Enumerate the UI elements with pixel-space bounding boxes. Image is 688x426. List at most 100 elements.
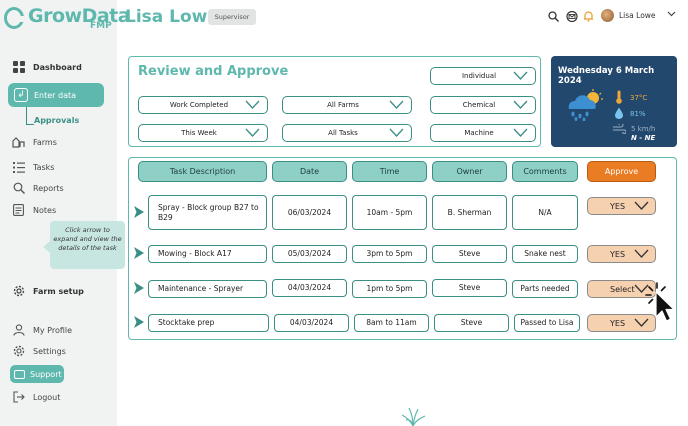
filter-resource-dropdown[interactable]: Machine: [430, 124, 536, 142]
sidebar-item-label: Farms: [33, 137, 57, 147]
chevron-down-icon: [245, 128, 260, 137]
user-icon: [12, 324, 25, 337]
approve-select[interactable]: YES: [587, 197, 656, 215]
tree-line: [26, 107, 27, 125]
sidebar-item-my-profile[interactable]: My Profile: [12, 322, 72, 338]
sidebar-item-enter-data[interactable]: ↲ Enter data: [8, 83, 104, 107]
avatar[interactable]: [601, 9, 614, 22]
filter-status-dropdown[interactable]: Work Completed: [138, 96, 268, 114]
task-description-cell: Mowing - Block A17: [148, 245, 267, 263]
column-header-date: Date: [272, 161, 347, 182]
chevron-down-icon: [513, 71, 528, 80]
weather-card: Wednesday 6 March 2024 37°C 81% 5 km/h N…: [551, 56, 677, 147]
chat-icon: [14, 369, 25, 379]
logout-icon: [12, 391, 25, 404]
weather-wind-speed: 5 km/h: [631, 125, 656, 133]
weather-humidity: 81%: [630, 110, 646, 118]
sidebar-item-farms[interactable]: Farms: [12, 134, 57, 150]
sidebar-item-settings[interactable]: Settings: [12, 343, 66, 359]
task-description-cell: Maintenance - Sprayer: [148, 280, 267, 298]
sidebar-item-label: My Profile: [33, 325, 73, 335]
gear-icon: [12, 285, 25, 298]
bell-icon[interactable]: [582, 10, 594, 22]
mouse-cursor-icon: [645, 282, 675, 322]
chevron-down-icon: [513, 128, 528, 137]
approve-value: Select: [610, 284, 635, 294]
tooltip-expand-hint: Click arrow to expand and view the detai…: [43, 221, 125, 269]
filter-scope-dropdown[interactable]: Individual: [430, 67, 536, 85]
time-cell: 10am - 5pm: [352, 195, 427, 230]
logo-sub: FMP: [90, 21, 112, 31]
sidebar-item-label: Logout: [33, 392, 61, 402]
weather-temperature: 37°C: [630, 94, 648, 102]
filter-category-dropdown[interactable]: Chemical: [430, 96, 536, 114]
sidebar-item-label: Reports: [33, 183, 64, 193]
column-header-approve: Approve: [587, 161, 656, 182]
review-title: Review and Approve: [138, 64, 289, 79]
filter-tasks-dropdown[interactable]: All Tasks: [282, 124, 412, 142]
expand-row-arrow-icon[interactable]: [133, 246, 145, 260]
support-label: Support: [30, 369, 62, 379]
expand-row-arrow-icon[interactable]: [133, 281, 145, 295]
filter-period-dropdown[interactable]: This Week: [138, 124, 268, 142]
sidebar-item-label: Dashboard: [33, 62, 82, 72]
tree-line: [26, 124, 34, 125]
rain-cloud-icon: [568, 89, 603, 121]
sidebar-item-label: Notes: [33, 205, 57, 215]
farm-icon: [12, 136, 25, 149]
sidebar-item-logout[interactable]: Logout: [12, 389, 60, 405]
thermometer-icon: [616, 90, 622, 104]
message-icon[interactable]: [566, 10, 578, 22]
page-title: Lisa Lowe: [125, 7, 219, 27]
date-cell: 06/03/2024: [272, 195, 347, 230]
sidebar-item-label: Settings: [33, 346, 66, 356]
comments-cell: N/A: [512, 195, 578, 230]
role-badge: Supervisor: [208, 9, 256, 25]
chevron-down-icon: [513, 100, 528, 109]
sidebar-item-label: Tasks: [33, 162, 55, 172]
chevron-down-icon: [389, 100, 404, 109]
sidebar: GrowData FMP Dashboard ↲ Enter data Appr…: [0, 0, 131, 426]
notes-icon: [12, 204, 25, 217]
chevron-down-icon: [389, 128, 404, 137]
column-header-time: Time: [352, 161, 427, 182]
plant-decoration-icon: [401, 407, 426, 426]
sidebar-item-approvals[interactable]: Approvals: [34, 116, 79, 125]
filter-farms-dropdown[interactable]: All Farms: [282, 96, 412, 114]
user-menu-name[interactable]: Lisa Lowe: [619, 11, 656, 20]
expand-row-arrow-icon[interactable]: [133, 315, 145, 329]
wind-icon: [613, 124, 626, 134]
column-header-comments: Comments: [512, 161, 578, 182]
time-cell: 3pm to 5pm: [352, 245, 427, 263]
comments-cell: Snake nest: [512, 245, 578, 263]
humidity-icon: [615, 107, 623, 119]
date-cell: 05/03/2024: [272, 245, 347, 263]
comments-cell: Passed to Lisa: [514, 314, 580, 332]
chevron-down-icon[interactable]: [667, 10, 676, 20]
sidebar-item-tasks[interactable]: Tasks: [12, 159, 54, 175]
time-cell: 1pm to 5pm: [352, 280, 427, 298]
column-header-task: Task Description: [138, 161, 267, 182]
sidebar-item-dashboard[interactable]: Dashboard: [12, 59, 82, 75]
column-header-owner: Owner: [432, 161, 507, 182]
sidebar-item-label: Enter data: [34, 90, 77, 100]
enter-data-icon: ↲: [14, 88, 28, 102]
dashboard-icon: [12, 61, 25, 74]
owner-cell: Steve: [432, 245, 507, 263]
approve-value: YES: [610, 201, 626, 211]
sidebar-item-notes[interactable]: Notes: [12, 202, 56, 218]
logo-text: GrowData: [28, 5, 131, 27]
expand-row-arrow-icon[interactable]: [133, 205, 145, 219]
settings-icon: [12, 345, 25, 358]
support-button[interactable]: Support: [10, 365, 64, 383]
approve-select[interactable]: YES: [587, 245, 656, 263]
sidebar-item-farm-setup[interactable]: Farm setup: [12, 283, 84, 299]
owner-cell: Steve: [432, 279, 507, 297]
search-icon[interactable]: [547, 10, 559, 22]
owner-cell: Steve: [434, 314, 509, 332]
owner-cell: B. Sherman: [432, 195, 507, 230]
logo-icon: [4, 7, 25, 29]
chevron-down-icon: [245, 100, 260, 109]
tasks-icon: [12, 161, 25, 174]
sidebar-item-reports[interactable]: Reports: [12, 180, 64, 196]
